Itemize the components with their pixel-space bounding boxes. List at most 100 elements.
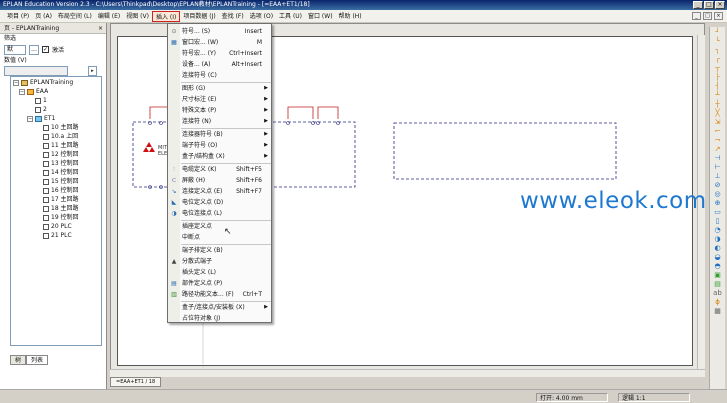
menu-item-dimension[interactable]: 尺寸标注 (E) ▶ [168, 94, 271, 105]
close-button[interactable]: × [715, 1, 725, 9]
tree-subpage[interactable]: 14 控制回 [43, 169, 79, 177]
device-tool-icon[interactable]: ◓ [713, 262, 723, 270]
tree-subpage[interactable]: 16 控制回 [43, 187, 79, 195]
menu-help[interactable]: 帮助 (H) [336, 11, 365, 22]
menu-item-graphics[interactable]: 图形 (G) ▶ [168, 83, 271, 94]
menu-item-distributed-terminal[interactable]: ▲ 分散式端子 [168, 256, 271, 267]
menu-item-box-structure[interactable]: 盒子/结构盒 (X) ▶ [168, 151, 271, 162]
tree-subpage[interactable]: 21 PLC [43, 232, 72, 240]
menu-item-device[interactable]: 设备... (A) Alt+Insert [168, 59, 271, 70]
menu-item-potential-definition[interactable]: ◣ 电位定义点 (D) [168, 197, 271, 208]
active-checkbox[interactable]: ✓ [42, 46, 49, 53]
mdi-restore-button[interactable]: □ [703, 12, 712, 20]
collapse-icon[interactable]: − [13, 80, 19, 86]
interruption-icon[interactable]: ⊢ [713, 163, 723, 171]
minimize-button[interactable]: _ [693, 1, 703, 9]
menu-item-connector-symbol[interactable]: 连接器符号 (B) ▶ [168, 129, 271, 140]
menu-project[interactable]: 项目 (P) [4, 11, 32, 22]
menu-item-symbol-macro[interactable]: 符号宏... (Y) Ctrl+Insert [168, 48, 271, 59]
corner-tool-icon[interactable]: ┐ [713, 46, 723, 54]
terminal-tool-icon[interactable]: ▭ [713, 208, 723, 216]
shield-tool-icon[interactable]: ◎ [713, 190, 723, 198]
filter-select[interactable]: 默 [4, 44, 26, 55]
menu-item-terminal-strip[interactable]: 端子排定义 (B) [168, 245, 271, 256]
tee-tool-icon[interactable]: ┤ [713, 82, 723, 90]
tee-tool-icon[interactable]: ├ [713, 73, 723, 81]
tree-subpage[interactable]: 10 主回路 [43, 124, 79, 132]
menu-item-interruption[interactable]: 中断点 [168, 232, 271, 243]
text-tool-icon[interactable]: ab [713, 289, 723, 297]
menu-view[interactable]: 视图 (V) [123, 11, 152, 22]
menu-item-cable-definition[interactable]: ⫶ 电缆定义 (K) Shift+F5 [168, 164, 271, 175]
plug-tool-icon[interactable]: ◑ [713, 235, 723, 243]
tree-subpage[interactable]: 11 主回路 [43, 142, 79, 150]
tree-node-location[interactable]: − ET1 [27, 115, 55, 123]
menu-item-potential-connection[interactable]: ◑ 电位连接点 (L) [168, 208, 271, 219]
mdi-minimize-button[interactable]: _ [692, 12, 701, 20]
mdi-close-button[interactable]: × [714, 12, 723, 20]
tree-subpage[interactable]: 13 控制回 [43, 160, 79, 168]
connection-tool-icon[interactable]: ⊕ [713, 199, 723, 207]
tree-subpage[interactable]: 18 主回路 [43, 205, 79, 213]
menu-item-placeholder[interactable]: 占位符对象 (J) [168, 313, 271, 324]
terminal-tool-icon[interactable]: ▯ [713, 217, 723, 225]
number-input[interactable] [4, 66, 68, 76]
menu-edit[interactable]: 编辑 (E) [95, 11, 123, 22]
horizontal-scrollbar[interactable] [110, 369, 705, 377]
corner-tool-icon[interactable]: ┌ [713, 55, 723, 63]
collapse-icon[interactable]: − [27, 116, 33, 122]
tree-subpage[interactable]: 10.a 上回 [43, 133, 78, 141]
tree-page[interactable]: 1 [35, 97, 47, 105]
menu-item-connector[interactable]: 连接符 (N) ▶ [168, 116, 271, 127]
tree-subpage[interactable]: 20 PLC [43, 223, 72, 231]
misc-tool-icon[interactable]: ▦ [713, 307, 723, 315]
tab-list[interactable]: 列表 [26, 355, 49, 365]
number-browse-button[interactable]: ▸ [87, 66, 97, 76]
tree-page[interactable]: 2 [35, 106, 47, 114]
cable-tool-icon[interactable]: ⊘ [713, 181, 723, 189]
jumper-tool-icon[interactable]: ⌐ [713, 127, 723, 135]
menu-item-symbol[interactable]: ⊙ 符号... (S) Insert [168, 26, 271, 37]
interruption-icon[interactable]: ⊣ [713, 154, 723, 162]
tab-tree[interactable]: 树 [10, 355, 27, 365]
link-tool-icon[interactable]: ⇲ [713, 118, 723, 126]
tree-subpage[interactable]: 12 控制回 [43, 151, 79, 159]
filter-browse-button[interactable]: ... [29, 44, 39, 55]
tee-tool-icon[interactable]: ┬ [713, 64, 723, 72]
break-tool-icon[interactable]: ╳ [713, 109, 723, 117]
cross-tool-icon[interactable]: ┼ [713, 100, 723, 108]
box-tool-icon[interactable]: ▣ [713, 271, 723, 279]
plug-tool-icon[interactable]: ◔ [713, 226, 723, 234]
menu-project-data[interactable]: 项目数据 (J) [180, 11, 218, 22]
navigator-close-icon[interactable]: × [98, 23, 103, 34]
menu-item-part-definition[interactable]: ▤ 部件定义点 (P) [168, 278, 271, 289]
arrow-tool-icon[interactable]: ↗ [713, 145, 723, 153]
tree-node-project[interactable]: − EPLANTraining [13, 79, 73, 87]
device-tool-icon[interactable]: ◐ [713, 244, 723, 252]
tree-subpage[interactable]: 17 主回路 [43, 196, 79, 204]
jumper-tool-icon[interactable]: ¬ [713, 136, 723, 144]
tree-node-function[interactable]: − EAA [19, 88, 48, 96]
device-tool-icon[interactable]: ◒ [713, 253, 723, 261]
menu-item-shield[interactable]: ⊂ 屏蔽 (H) Shift+F6 [168, 175, 271, 186]
tree-subpage[interactable]: 19 控制回 [43, 214, 79, 222]
menu-insert[interactable]: 插入 (I) [151, 10, 181, 22]
menu-item-window-macro[interactable]: ▦ 窗口宏... (W) M [168, 37, 271, 48]
menu-item-socket-definition[interactable]: 插座定义点 [168, 221, 271, 232]
tee-tool-icon[interactable]: ┴ [713, 91, 723, 99]
menu-item-box-mounting[interactable]: 盒子/连接点/安装板 (X) ▶ [168, 302, 271, 313]
plc-tool-icon[interactable]: ϕ [713, 298, 723, 306]
collapse-icon[interactable]: − [19, 89, 25, 95]
menu-item-connection-symbol[interactable]: 连接符号 (C) [168, 70, 271, 81]
corner-tool-icon[interactable]: └ [713, 37, 723, 45]
menu-item-plug-definition[interactable]: 插头定义 (L) [168, 267, 271, 278]
maximize-button[interactable]: □ [704, 1, 714, 9]
menu-page[interactable]: 页 (A) [32, 11, 55, 22]
menu-item-special-text[interactable]: 特殊文本 (P) ▶ [168, 105, 271, 116]
menu-layout-space[interactable]: 布局空间 (L) [55, 11, 95, 22]
menu-find[interactable]: 查找 (F) [219, 11, 247, 22]
menu-item-connection-definition[interactable]: ↘ 连接定义点 (E) Shift+F7 [168, 186, 271, 197]
menu-item-terminal-symbol[interactable]: 端子符号 (O) ▶ [168, 140, 271, 151]
menu-window[interactable]: 窗口 (W) [305, 11, 336, 22]
menu-tools[interactable]: 工具 (U) [276, 11, 305, 22]
